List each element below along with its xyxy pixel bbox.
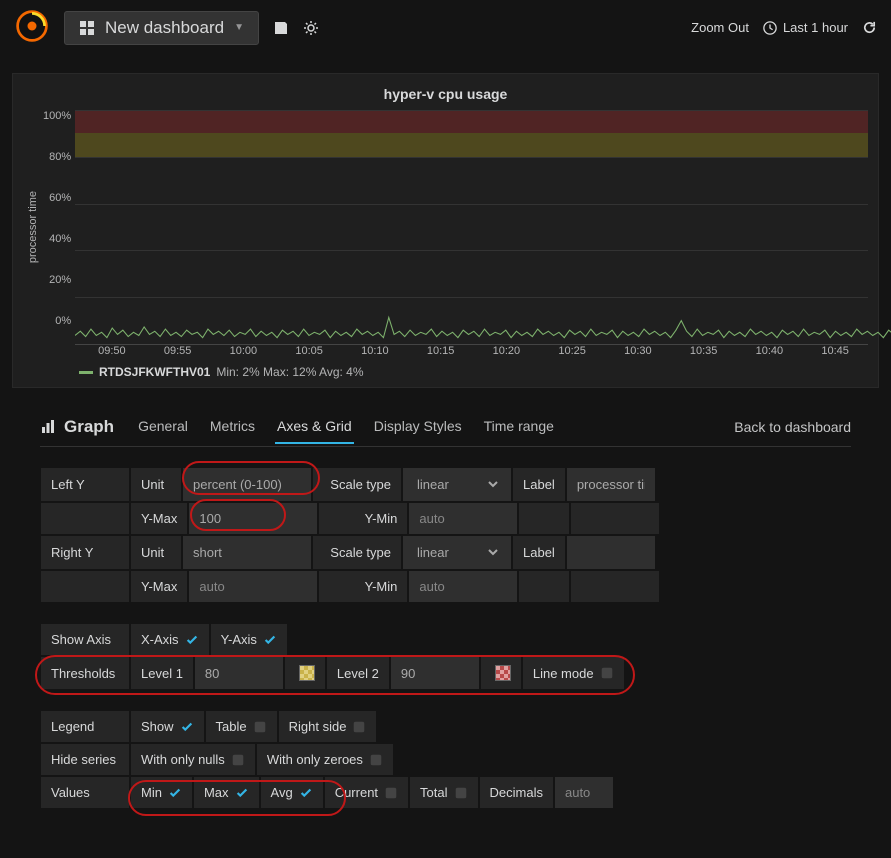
tab-time-range[interactable]: Time range	[482, 410, 556, 444]
right-y-unit-input[interactable]	[182, 535, 312, 570]
axes-form: Left Y Unit Scale type linear Label Y-Ma…	[40, 467, 851, 603]
panel-editor: Graph General Metrics Axes & Grid Displa…	[0, 392, 891, 827]
bar-chart-icon	[40, 419, 56, 435]
legend-form: Legend Show Table Right side Hide series…	[40, 710, 851, 809]
left-y-max-input[interactable]	[188, 502, 318, 535]
zoom-out-button[interactable]: Zoom Out	[691, 20, 749, 35]
y-axis-toggle[interactable]: Y-Axis	[210, 623, 288, 656]
editor-section-title: Graph	[40, 417, 114, 437]
unit-label: Unit	[130, 467, 182, 502]
x-axis-toggle[interactable]: X-Axis	[130, 623, 210, 656]
right-y-label: Right Y	[40, 535, 130, 570]
tab-general[interactable]: General	[136, 410, 190, 444]
time-range-picker[interactable]: Last 1 hour	[763, 20, 848, 35]
ymin-label: Y-Min	[318, 502, 408, 535]
scale-type-label: Scale type	[312, 467, 402, 502]
legend-show-toggle[interactable]: Show	[130, 710, 205, 743]
hide-series-label: Hide series	[40, 743, 130, 776]
y-axis-ticks: 100% 80% 60% 40% 20% 0%	[43, 110, 75, 345]
hide-nulls-toggle[interactable]: With only nulls	[130, 743, 256, 776]
graph-panel: hyper-v cpu usage processor time 100% 80…	[12, 73, 879, 388]
save-button[interactable]	[273, 20, 289, 36]
thresholds-label: Thresholds	[40, 656, 130, 690]
threshold-1-color[interactable]	[284, 656, 326, 690]
x-axis-ticks: 09:5009:5510:0010:0510:1010:1510:2010:25…	[79, 345, 868, 357]
left-y-label-input[interactable]	[566, 467, 656, 502]
series-line	[75, 110, 891, 344]
values-max-toggle[interactable]: Max	[193, 776, 260, 809]
right-y-label-input[interactable]	[566, 535, 656, 570]
legend-swatch	[79, 371, 93, 374]
decimals-input[interactable]	[554, 776, 614, 809]
values-total-toggle[interactable]: Total	[409, 776, 478, 809]
threshold-1-input[interactable]	[194, 656, 284, 690]
left-y-scale-select[interactable]: linear	[402, 467, 512, 502]
tab-axes-grid[interactable]: Axes & Grid	[275, 410, 354, 444]
grid-icon	[79, 20, 95, 36]
values-label: Values	[40, 776, 130, 809]
grafana-logo-icon[interactable]	[14, 8, 50, 47]
right-y-scale-select[interactable]: linear	[402, 535, 512, 570]
legend: RTDSJFKWFTHV01 Min: 2% Max: 12% Avg: 4%	[23, 357, 868, 379]
clock-icon	[763, 21, 777, 35]
chevron-down-icon: ▼	[234, 22, 244, 33]
left-y-min-input[interactable]	[408, 502, 518, 535]
legend-table-toggle[interactable]: Table	[205, 710, 278, 743]
legend-series-name[interactable]: RTDSJFKWFTHV01	[99, 365, 210, 379]
show-axis-label: Show Axis	[40, 623, 130, 656]
topbar: New dashboard ▼ Zoom Out Last 1 hour	[0, 0, 891, 55]
tab-metrics[interactable]: Metrics	[208, 410, 257, 444]
values-avg-toggle[interactable]: Avg	[260, 776, 324, 809]
values-min-toggle[interactable]: Min	[130, 776, 193, 809]
legend-label: Legend	[40, 710, 130, 743]
plot-area	[75, 110, 868, 345]
left-y-label: Left Y	[40, 467, 130, 502]
settings-button[interactable]	[303, 20, 319, 36]
right-y-min-input[interactable]	[408, 570, 518, 603]
hide-zeroes-toggle[interactable]: With only zeroes	[256, 743, 394, 776]
threshold-2-input[interactable]	[390, 656, 480, 690]
ymax-label: Y-Max	[130, 502, 188, 535]
y-axis-label: processor time	[23, 191, 43, 263]
label-label: Label	[512, 467, 566, 502]
values-current-toggle[interactable]: Current	[324, 776, 409, 809]
editor-tabs: General Metrics Axes & Grid Display Styl…	[136, 410, 556, 444]
thresholds-form: Show Axis X-Axis Y-Axis Thresholds Level…	[40, 623, 851, 690]
back-to-dashboard-link[interactable]: Back to dashboard	[734, 419, 851, 435]
line-mode-toggle[interactable]: Line mode	[522, 656, 625, 690]
dashboard-title: New dashboard	[105, 18, 224, 38]
dashboard-picker[interactable]: New dashboard ▼	[64, 11, 259, 45]
tab-display-styles[interactable]: Display Styles	[372, 410, 464, 444]
threshold-2-color[interactable]	[480, 656, 522, 690]
refresh-button[interactable]	[862, 20, 877, 35]
chart-area[interactable]: processor time 100% 80% 60% 40% 20% 0%	[23, 110, 868, 345]
panel-title: hyper-v cpu usage	[23, 80, 868, 110]
legend-stats: Min: 2% Max: 12% Avg: 4%	[216, 365, 363, 379]
legend-right-toggle[interactable]: Right side	[278, 710, 378, 743]
time-range-label: Last 1 hour	[783, 20, 848, 35]
left-y-unit-input[interactable]	[182, 467, 312, 502]
right-y-max-input[interactable]	[188, 570, 318, 603]
